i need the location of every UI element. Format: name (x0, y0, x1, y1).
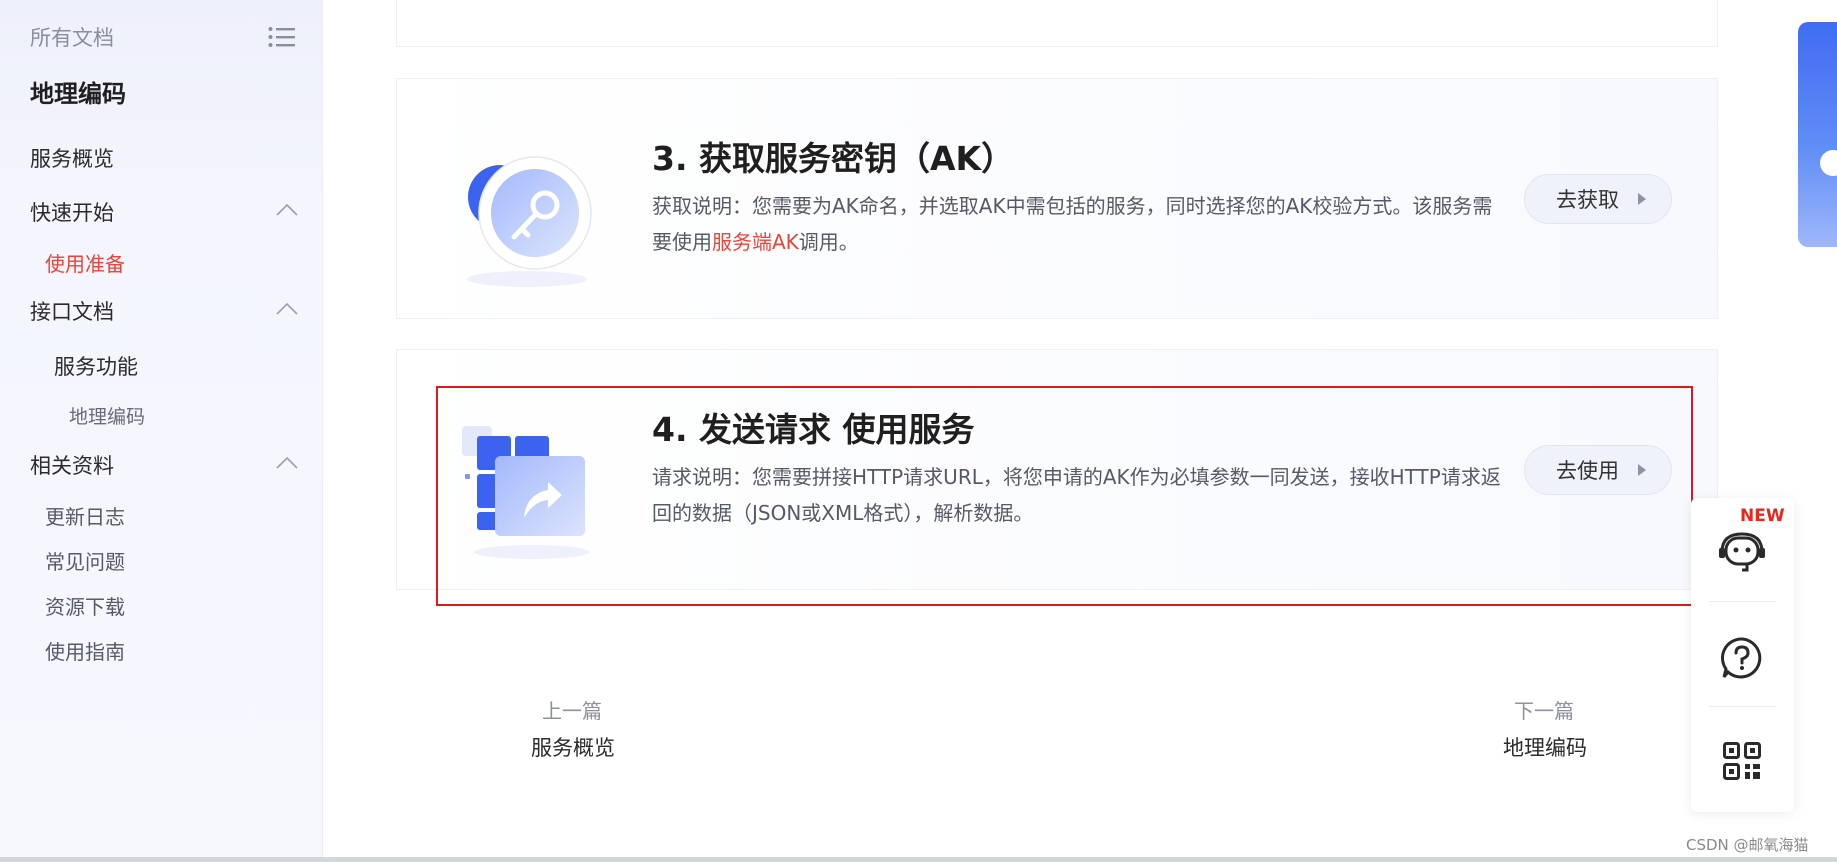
chevron-up-icon[interactable] (276, 302, 298, 316)
sidebar: 所有文档 地理编码 服务概览 快速开始 使用准备 接口文档 服务功能 地理编码 … (0, 0, 323, 862)
sidebar-item-changelog[interactable]: 更新日志 (45, 501, 125, 530)
watermark: CSDN @邮氧海猫 (1686, 836, 1809, 854)
sidebar-item-overview[interactable]: 服务概览 (30, 143, 114, 173)
sidebar-item-related[interactable]: 相关资料 (30, 450, 114, 480)
get-ak-button[interactable]: 去获取 (1524, 174, 1672, 224)
new-badge: NEW (1740, 506, 1785, 526)
page: 所有文档 地理编码 服务概览 快速开始 使用准备 接口文档 服务功能 地理编码 … (0, 0, 1837, 862)
use-service-button[interactable]: 去使用 (1524, 445, 1672, 495)
sidebar-title: 地理编码 (30, 80, 126, 108)
qr-code-icon[interactable] (1723, 742, 1761, 780)
key-icon (467, 156, 592, 287)
bottom-edge (0, 857, 1837, 862)
step4-title: 4. 发送请求 使用服务 (652, 410, 975, 449)
chevron-up-icon[interactable] (276, 456, 298, 470)
caret-right-icon (1638, 193, 1646, 205)
step3-description: 获取说明：您需要为AK命名，并选取AK中需包括的服务，同时选择您的AK校验方式。… (652, 194, 1493, 254)
sidebar-item-faq[interactable]: 常见问题 (45, 546, 125, 575)
share-arrow-icon (462, 426, 590, 559)
prev-caption: 上一篇 (542, 699, 602, 723)
sidebar-item-service-func[interactable]: 服务功能 (54, 351, 138, 381)
chevron-up-icon[interactable] (276, 203, 298, 217)
sidebar-item-api-docs[interactable]: 接口文档 (30, 296, 114, 326)
help-question-icon[interactable] (1720, 636, 1764, 680)
all-docs-label[interactable]: 所有文档 (30, 22, 114, 52)
sidebar-item-prep[interactable]: 使用准备 (45, 248, 125, 277)
caret-right-icon (1638, 464, 1646, 476)
sidebar-item-quick-start[interactable]: 快速开始 (30, 197, 114, 227)
sidebar-item-guide[interactable]: 使用指南 (45, 636, 125, 665)
sidebar-item-geocoding[interactable]: 地理编码 (69, 402, 145, 429)
prev-link[interactable]: 服务概览 (531, 732, 615, 762)
promo-banner[interactable] (1798, 22, 1837, 247)
server-ak-link[interactable]: 服务端AK (712, 230, 799, 254)
step3-card: 3. 获取服务密钥（AK） 获取说明：您需要为AK命名，并选取AK中需包括的服务… (396, 78, 1718, 319)
sidebar-item-downloads[interactable]: 资源下载 (45, 591, 125, 620)
step4-description: 请求说明：您需要拼接HTTP请求URL，将您申请的AK作为必填参数一同发送，接收… (652, 465, 1501, 525)
step4-card: 4. 发送请求 使用服务 请求说明：您需要拼接HTTP请求URL，将您申请的AK… (396, 349, 1718, 590)
step2-card-tail (396, 0, 1718, 47)
step3-title: 3. 获取服务密钥（AK） (652, 139, 1015, 178)
next-caption: 下一篇 (1514, 699, 1574, 723)
list-icon[interactable] (268, 26, 296, 48)
floating-toolbar (1691, 498, 1794, 812)
robot-assistant-icon[interactable] (1717, 530, 1767, 574)
next-link[interactable]: 地理编码 (1503, 732, 1587, 762)
